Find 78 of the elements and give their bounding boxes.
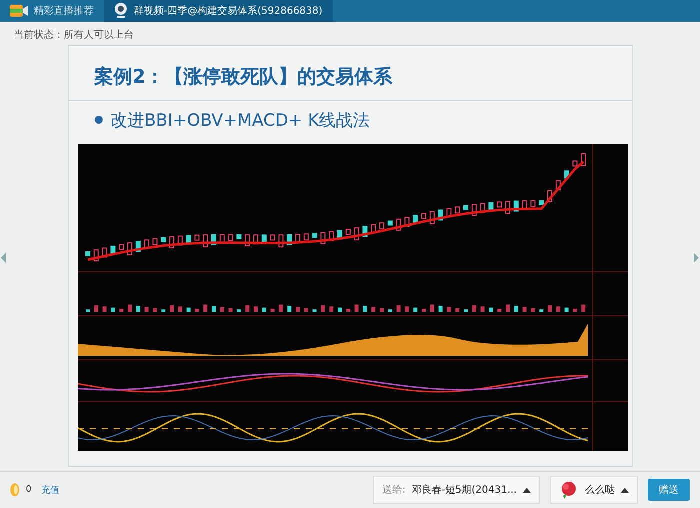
volume-bar bbox=[170, 304, 174, 312]
volume-bar bbox=[278, 304, 283, 312]
volume-bar bbox=[136, 306, 140, 312]
bullet-icon bbox=[94, 116, 102, 124]
volume-bar bbox=[110, 307, 115, 312]
volume-bar bbox=[161, 309, 166, 312]
rose-icon bbox=[559, 481, 579, 499]
volume-bar bbox=[94, 304, 98, 312]
volume-bar bbox=[320, 304, 325, 312]
volume-bar bbox=[203, 304, 208, 312]
volume-bar bbox=[522, 306, 526, 312]
volume-bar bbox=[119, 308, 124, 312]
volume-bar bbox=[371, 306, 376, 312]
volume-bar bbox=[413, 307, 418, 312]
volume-bar bbox=[464, 309, 468, 312]
volume-bar bbox=[254, 306, 258, 312]
volume-bar bbox=[212, 306, 216, 312]
volume-bar bbox=[472, 304, 476, 312]
coin-icon bbox=[10, 483, 20, 497]
caret-icon bbox=[523, 488, 531, 492]
volume-bar bbox=[380, 308, 384, 312]
volume-bar bbox=[480, 306, 484, 312]
volume-bar bbox=[228, 308, 232, 312]
volume-bar bbox=[329, 306, 334, 312]
volume-bar bbox=[304, 308, 308, 312]
volume-bar bbox=[497, 308, 502, 312]
volume-bar bbox=[388, 309, 392, 312]
volume-bar bbox=[86, 309, 90, 312]
recharge-link[interactable]: 充值 bbox=[42, 484, 60, 496]
volume-bar bbox=[338, 307, 342, 312]
volume-bar bbox=[438, 306, 442, 312]
volume-bar bbox=[236, 309, 241, 312]
right-arrow-icon[interactable] bbox=[693, 252, 699, 262]
volume-bar bbox=[354, 304, 358, 312]
volume-bar bbox=[312, 309, 316, 312]
volume-bar bbox=[548, 304, 552, 312]
volume-bar bbox=[564, 307, 568, 312]
volume-bar bbox=[506, 304, 510, 312]
volume-bar bbox=[128, 304, 132, 312]
volume-bar bbox=[556, 306, 560, 312]
volume-bar bbox=[362, 306, 367, 312]
volume-bar bbox=[455, 308, 460, 312]
volume-bar bbox=[178, 306, 182, 312]
status-text: 当前状态：所有人可以上台 bbox=[13, 28, 135, 43]
slide-title: 案例2：【涨停敢死队】的交易体系 bbox=[68, 46, 632, 100]
volume-bar bbox=[194, 308, 199, 312]
tab[interactable]: 群视频-四季@构建交易体系(592866838) bbox=[104, 0, 333, 22]
gift-dropdown[interactable]: 么么哒 bbox=[550, 476, 638, 504]
volume-bar bbox=[220, 306, 224, 312]
video-camera-icon bbox=[10, 4, 28, 18]
volume-bar bbox=[346, 308, 350, 312]
volume-bar bbox=[430, 304, 434, 312]
volume-bar bbox=[404, 306, 409, 312]
volume-bar bbox=[245, 304, 250, 312]
volume-bar bbox=[581, 304, 586, 312]
webcam-icon bbox=[114, 3, 128, 19]
volume-bar bbox=[514, 306, 518, 312]
left-arrow-icon[interactable] bbox=[1, 252, 7, 262]
volume-bar bbox=[287, 306, 292, 312]
volume-bar bbox=[422, 308, 426, 312]
volume-bar bbox=[446, 306, 451, 312]
volume-bar bbox=[152, 308, 157, 312]
volume-bar bbox=[144, 306, 148, 312]
volume-bar bbox=[539, 309, 544, 312]
volume-bar bbox=[488, 307, 493, 312]
volume-bar bbox=[396, 304, 400, 312]
volume-bar bbox=[262, 307, 266, 312]
volume-bar bbox=[186, 307, 190, 312]
volume-bar bbox=[530, 308, 535, 312]
caret-icon bbox=[621, 488, 629, 492]
volume-bar bbox=[296, 306, 300, 312]
coin-count: 0 bbox=[26, 485, 32, 495]
volume-bar bbox=[572, 308, 577, 312]
volume-bar bbox=[102, 306, 106, 312]
volume-bar bbox=[270, 308, 274, 312]
bullet-text: 改进BBI+OBV+MACD+ K线战法 bbox=[110, 110, 370, 132]
recipient-dropdown[interactable]: 送给: 邓良春-短5期(20431... bbox=[373, 476, 540, 504]
tab[interactable]: 精彩直播推荐 bbox=[0, 0, 104, 22]
